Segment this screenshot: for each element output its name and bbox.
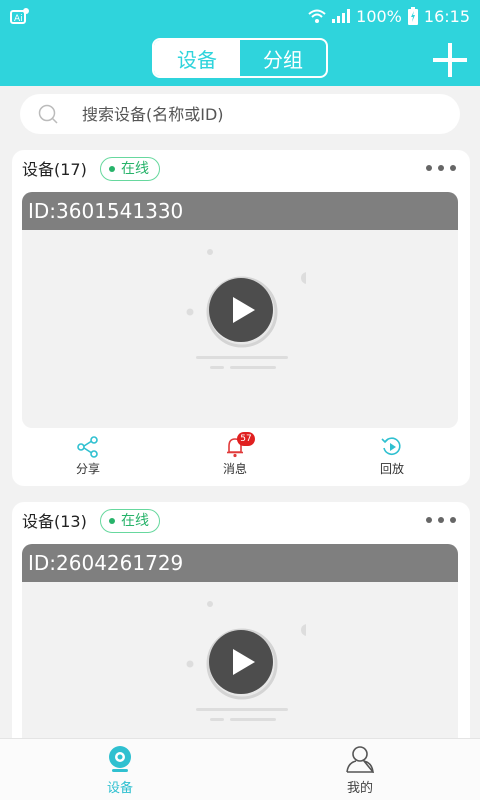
tab-devices[interactable]: 设备 <box>154 40 240 76</box>
playback-icon <box>381 437 401 455</box>
online-status-badge: 在线 <box>100 157 160 181</box>
nav-mine-label: 我的 <box>346 781 373 796</box>
dot-icon <box>438 165 444 171</box>
status-left: Ai <box>10 7 30 25</box>
play-button[interactable] <box>209 630 273 694</box>
online-status-badge: 在线 <box>100 509 160 533</box>
battery-percent: 100% <box>356 6 402 26</box>
search-input[interactable] <box>82 94 442 134</box>
device-id-label: ID:2604261729 <box>22 544 458 582</box>
dot-icon <box>426 517 432 523</box>
status-bar: Ai 100% 16:15 <box>0 0 480 32</box>
dot-icon <box>438 517 444 523</box>
device-card: 设备(17) 在线 ID:3601541330 分享 57 消息 回放 <box>12 150 470 486</box>
dot-icon <box>426 165 432 171</box>
more-options-button[interactable] <box>426 512 456 528</box>
device-id-label: ID:3601541330 <box>22 192 458 230</box>
search-bar <box>20 94 460 134</box>
messages-label: 消息 <box>222 462 247 476</box>
nav-devices[interactable]: 设备 <box>80 745 160 799</box>
playback-label: 回放 <box>379 462 404 476</box>
svg-text:Ai: Ai <box>14 14 23 24</box>
more-options-button[interactable] <box>426 160 456 176</box>
status-right: 100% 16:15 <box>308 7 470 26</box>
search-icon <box>38 104 58 124</box>
app-notification-icon: Ai <box>10 8 29 24</box>
bottom-nav: 设备 我的 <box>0 738 480 800</box>
user-icon <box>346 746 374 773</box>
device-title: 设备(17) <box>22 160 87 179</box>
share-button[interactable]: 分享 <box>48 436 128 480</box>
device-card: 设备(13) 在线 ID:2604261729 <box>12 502 470 762</box>
bell-icon-wrap: 57 <box>223 432 255 458</box>
dot-icon <box>450 165 456 171</box>
device-title: 设备(13) <box>22 512 87 531</box>
messages-button[interactable]: 57 消息 <box>195 432 275 480</box>
dot-icon <box>450 517 456 523</box>
add-device-button[interactable] <box>430 40 470 80</box>
video-preview[interactable]: ID:3601541330 <box>22 192 458 428</box>
app-header: 设备 分组 <box>0 32 480 86</box>
battery-charging-icon <box>407 7 418 25</box>
video-preview[interactable]: ID:2604261729 <box>22 544 458 762</box>
tab-groups[interactable]: 分组 <box>240 40 326 76</box>
clock: 16:15 <box>423 6 470 26</box>
device-actions: 分享 57 消息 回放 <box>12 432 470 484</box>
share-label: 分享 <box>75 462 100 476</box>
share-icon <box>77 436 98 458</box>
play-button[interactable] <box>209 278 273 342</box>
wifi-icon <box>308 9 326 23</box>
unread-count-badge: 57 <box>237 432 255 446</box>
signal-icon <box>332 9 351 23</box>
nav-devices-label: 设备 <box>106 781 133 796</box>
tab-switcher: 设备 分组 <box>152 38 328 78</box>
nav-mine[interactable]: 我的 <box>320 745 400 799</box>
camera-icon <box>109 746 131 772</box>
playback-button[interactable]: 回放 <box>352 436 432 480</box>
